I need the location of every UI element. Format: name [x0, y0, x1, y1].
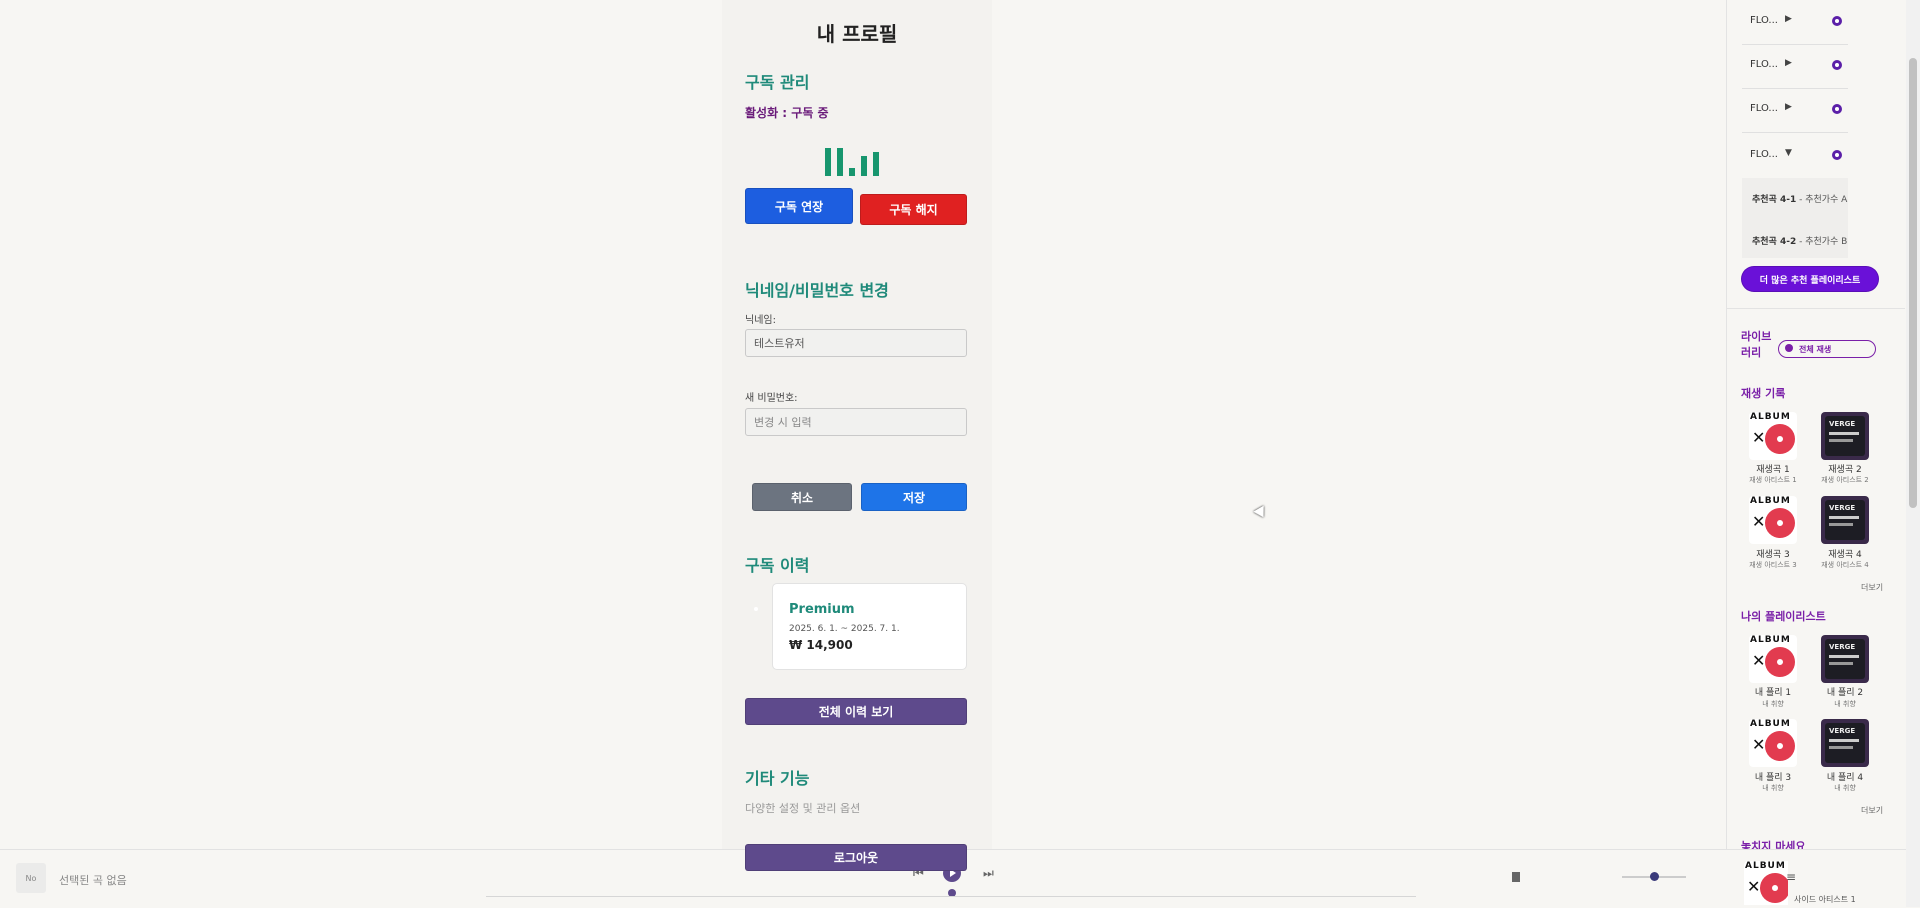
- subscription-section-title: 구독 관리: [745, 73, 810, 92]
- recommend-row[interactable]: FLO... ▶: [1742, 44, 1848, 89]
- page-title: 내 프로필: [816, 22, 898, 46]
- nickname-label: 닉네임:: [745, 315, 776, 326]
- side-artist-label: 사이드 아티스트 1: [1794, 895, 1856, 904]
- side-album-cover[interactable]: ALBUM ✕: [1744, 861, 1788, 905]
- recommend-row-expanded[interactable]: FLO... ▼: [1742, 134, 1848, 178]
- playlist-title: 내 플리 1: [1754, 688, 1792, 698]
- progress-track[interactable]: [486, 896, 1416, 897]
- equalizer-icon: [825, 146, 891, 176]
- playlist-subtitle: 내 취향: [1762, 700, 1784, 708]
- logout-button[interactable]: 로그아웃: [745, 844, 967, 871]
- history-song-artist: 재생 아티스트 2: [1821, 476, 1869, 484]
- playlists-title: 나의 플레이리스트: [1741, 610, 1826, 623]
- play-arrow-icon[interactable]: ▶: [1785, 58, 1792, 68]
- sub-song-item[interactable]: 추천곡 4-1 - 추천가수 A: [1742, 178, 1848, 218]
- next-icon[interactable]: ⏭: [983, 866, 994, 881]
- nickname-input[interactable]: [745, 329, 967, 357]
- save-button[interactable]: 저장: [861, 483, 967, 511]
- plan-period: 2025. 6. 1. ~ 2025. 7. 1.: [789, 624, 900, 634]
- play-all-label: 전체 재생: [1799, 345, 1832, 354]
- history-song-title: 재생곡 1: [1756, 465, 1790, 475]
- recommend-row-name: FLO...: [1750, 15, 1778, 26]
- cursor-icon: [1253, 505, 1269, 521]
- history-song-artist: 재생 아티스트 3: [1749, 561, 1797, 569]
- playlist-subtitle: 내 취향: [1834, 784, 1856, 792]
- sub-song-artist: - 추천가수 A: [1796, 195, 1848, 205]
- cancel-subscription-button[interactable]: 구독 해지: [860, 194, 967, 225]
- play-all-button[interactable]: 전체 재생: [1778, 340, 1876, 358]
- etc-description: 다양한 설정 및 관리 옵션: [745, 802, 861, 815]
- history-card: Premium 2025. 6. 1. ~ 2025. 7. 1. ₩ 14,9…: [772, 583, 967, 670]
- history-song-title: 재생곡 4: [1828, 550, 1862, 560]
- play-circle-icon[interactable]: [1832, 150, 1842, 160]
- sub-song-artist: - 추천가수 B: [1796, 237, 1848, 247]
- play-icon: [1785, 344, 1793, 352]
- playlist-cover[interactable]: ALBUM ✕: [1749, 635, 1797, 683]
- playlist-title: 내 플리 4: [1826, 773, 1864, 783]
- history-song-artist: 재생 아티스트 1: [1749, 476, 1797, 484]
- playlist-cover[interactable]: VERGE: [1821, 719, 1869, 767]
- scrollbar[interactable]: [1906, 0, 1920, 907]
- volume-handle[interactable]: [1650, 872, 1659, 881]
- timeline-dot: [754, 607, 758, 611]
- sub-song-title: 추천곡 4-2: [1752, 237, 1797, 247]
- queue-list-icon[interactable]: ≡: [1786, 870, 1796, 884]
- more-playlists-button[interactable]: 더 많은 추천 플레이리스트: [1741, 266, 1879, 292]
- playlist-title: 내 플리 2: [1826, 688, 1864, 698]
- recommend-row[interactable]: FLO... ▶: [1742, 0, 1848, 45]
- play-circle-icon[interactable]: [1832, 60, 1842, 70]
- album-cover[interactable]: VERGE: [1821, 412, 1869, 460]
- history-song-title: 재생곡 3: [1756, 550, 1790, 560]
- album-cover[interactable]: ALBUM ✕: [1749, 412, 1797, 460]
- recommend-row[interactable]: FLO... ▶: [1742, 88, 1848, 133]
- account-section-title: 닉네임/비밀번호 변경: [745, 281, 889, 300]
- recommend-row-name: FLO...: [1750, 103, 1778, 114]
- more-link[interactable]: 더보기: [1861, 582, 1883, 593]
- cancel-button[interactable]: 취소: [752, 483, 852, 511]
- play-arrow-icon[interactable]: ▶: [1785, 14, 1792, 24]
- more-link[interactable]: 더보기: [1861, 805, 1883, 816]
- extend-subscription-button[interactable]: 구독 연장: [745, 188, 853, 224]
- sub-song-item[interactable]: 추천곡 4-2 - 추천가수 B: [1742, 218, 1848, 258]
- volume-icon[interactable]: [1512, 872, 1520, 882]
- album-cover[interactable]: VERGE: [1821, 496, 1869, 544]
- player-thumbnail: No: [16, 863, 46, 893]
- album-cover[interactable]: ALBUM ✕: [1749, 496, 1797, 544]
- password-label: 새 비밀번호:: [745, 393, 798, 404]
- profile-panel: 내 프로필 구독 관리 활성화 : 구독 중 구독 연장 구독 해지 닉네임/비…: [722, 0, 992, 907]
- playlist-cover[interactable]: VERGE: [1821, 635, 1869, 683]
- play-circle-icon[interactable]: [1832, 104, 1842, 114]
- library-title-2: 러리: [1741, 346, 1762, 359]
- playlist-subtitle: 내 취향: [1834, 700, 1856, 708]
- sub-song-title: 추천곡 4-1: [1752, 195, 1797, 205]
- no-song-label: 선택된 곡 없음: [59, 874, 127, 887]
- plan-price: ₩ 14,900: [789, 638, 853, 652]
- playlist-subtitle: 내 취향: [1762, 784, 1784, 792]
- chevron-down-icon[interactable]: ▼: [1785, 148, 1792, 158]
- recommend-row-name: FLO...: [1750, 149, 1778, 160]
- plan-name: Premium: [789, 602, 855, 617]
- view-all-history-button[interactable]: 전체 이력 보기: [745, 698, 967, 725]
- right-sidebar: FLO... ▶ FLO... ▶ FLO... ▶ FLO... ▼ 추천곡 …: [1726, 0, 1905, 907]
- etc-section-title: 기타 기능: [745, 769, 810, 788]
- history-section-title: 구독 이력: [745, 556, 810, 575]
- playlist-cover[interactable]: ALBUM ✕: [1749, 719, 1797, 767]
- history-song-title: 재생곡 2: [1828, 465, 1862, 475]
- playlist-title: 내 플리 3: [1754, 773, 1792, 783]
- recommend-row-name: FLO...: [1750, 59, 1778, 70]
- subscription-status: 활성화 : 구독 중: [745, 106, 829, 120]
- history-song-artist: 재생 아티스트 4: [1821, 561, 1869, 569]
- play-circle-icon[interactable]: [1832, 16, 1842, 26]
- scrollbar-thumb[interactable]: [1909, 58, 1917, 508]
- library-title: 라이브: [1741, 330, 1772, 343]
- play-arrow-icon[interactable]: ▶: [1785, 102, 1792, 112]
- history-title: 재생 기록: [1741, 387, 1786, 400]
- password-input[interactable]: [745, 408, 967, 436]
